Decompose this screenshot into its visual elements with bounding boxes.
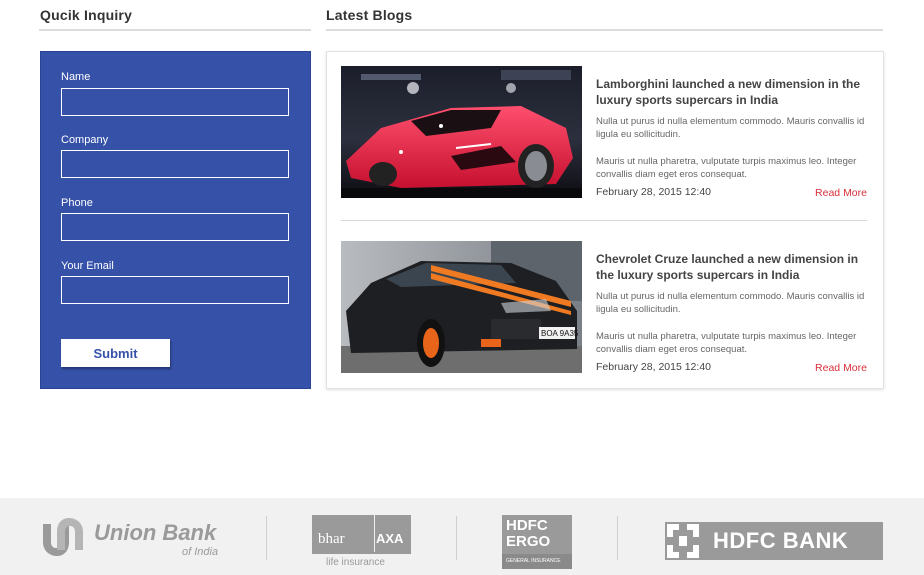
partner-separator <box>617 516 618 560</box>
blog-thumbnail-chevrolet[interactable]: BOA 9A35 <box>341 241 582 373</box>
union-bank-sub: of India <box>182 546 219 558</box>
email-label: Your Email <box>61 260 114 272</box>
hdfc-bank-emblem-icon <box>665 522 701 560</box>
submit-button[interactable]: Submit <box>61 339 170 367</box>
email-input[interactable] <box>61 276 289 304</box>
blog-divider <box>341 220 867 221</box>
company-label: Company <box>61 134 109 146</box>
bharti-name: bhar <box>318 531 345 547</box>
hdfc-ergo-line1: HDFC <box>506 517 548 534</box>
union-bank-name: Union Bank <box>94 520 217 545</box>
phone-input[interactable] <box>61 213 289 241</box>
hdfc-ergo-logo[interactable]: HDFC ERGO GENERAL INSURANCE <box>502 515 572 569</box>
name-label: Name <box>61 71 91 83</box>
blog-item: BOA 9A35 Chevrolet Cruze launched a new … <box>341 241 867 381</box>
partner-separator <box>456 516 457 560</box>
company-input[interactable] <box>61 150 289 178</box>
read-more-link[interactable]: Read More <box>815 362 867 374</box>
axa-name: AXA <box>376 531 404 546</box>
blog-title[interactable]: Lamborghini launched a new dimension in … <box>596 76 866 108</box>
hdfc-bank-name: HDFC BANK <box>713 528 849 553</box>
blog-panel: Lamborghini launched a new dimension in … <box>326 51 884 389</box>
blog-item: Lamborghini launched a new dimension in … <box>341 66 867 206</box>
blogs-title-rule <box>326 29 883 31</box>
blog-excerpt: Mauris ut nulla pharetra, vulputate turp… <box>596 156 857 180</box>
blogs-title: Latest Blogs <box>326 7 413 23</box>
phone-label: Phone <box>61 197 93 209</box>
blog-excerpt: Mauris ut nulla pharetra, vulputate turp… <box>596 331 857 355</box>
blog-excerpt: Nulla ut purus id nulla elementum commod… <box>596 291 865 315</box>
name-input[interactable] <box>61 88 289 116</box>
union-bank-emblem-icon <box>43 518 83 556</box>
partner-logos-strip: Union Bank of India bhar AXA life insura… <box>0 498 924 575</box>
blog-title[interactable]: Chevrolet Cruze launched a new dimension… <box>596 251 866 283</box>
blog-thumbnail-lamborghini[interactable] <box>341 66 582 198</box>
bharti-axa-sub: life insurance <box>326 557 385 568</box>
read-more-link[interactable]: Read More <box>815 187 867 199</box>
inquiry-form: Name Company Phone Your Email Submit <box>40 51 311 389</box>
inquiry-title: Qucik Inquiry <box>40 7 133 23</box>
blog-date: February 28, 2015 12:40 <box>596 186 711 198</box>
hdfc-bank-logo[interactable]: HDFC BANK <box>665 522 883 560</box>
blog-date: February 28, 2015 12:40 <box>596 361 711 373</box>
partner-separator <box>266 516 267 560</box>
inquiry-title-rule <box>39 29 311 31</box>
hdfc-ergo-sub: GENERAL INSURANCE <box>506 558 561 564</box>
bharti-axa-logo[interactable]: bhar AXA life insurance <box>312 515 412 571</box>
blog-excerpt: Nulla ut purus id nulla elementum commod… <box>596 116 865 140</box>
hdfc-ergo-line2: ERGO <box>506 533 551 550</box>
union-bank-logo[interactable]: Union Bank of India <box>39 516 239 560</box>
svg-text:BOA 9A35: BOA 9A35 <box>541 329 579 338</box>
